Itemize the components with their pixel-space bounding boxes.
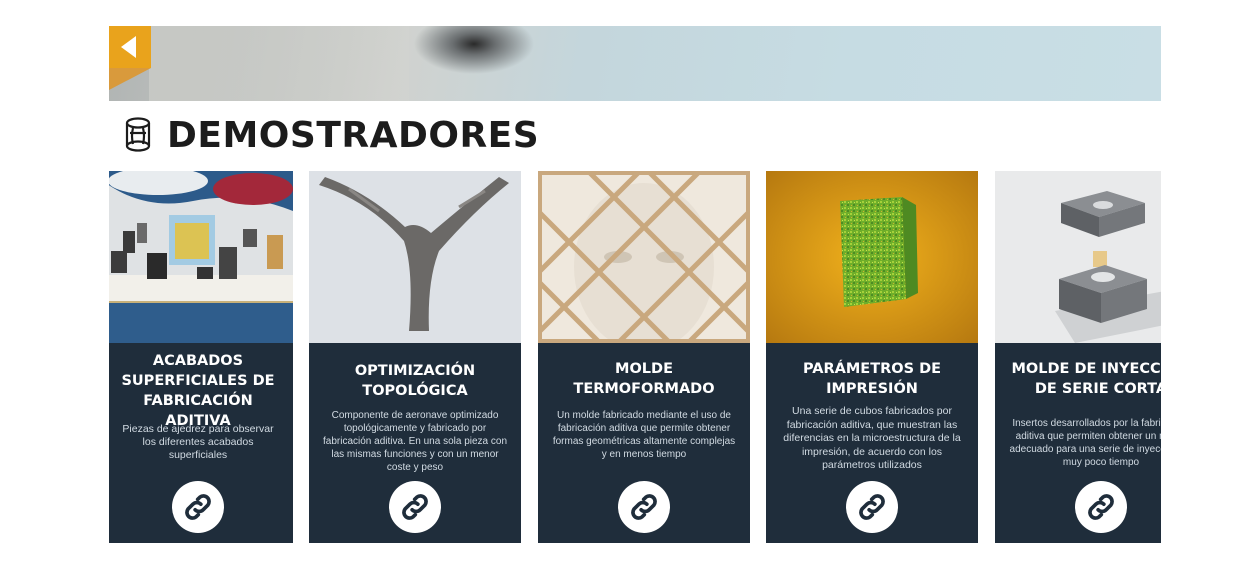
page-title: DEMOSTRADORES bbox=[167, 114, 540, 156]
card-title: PARÁMETROS DE IMPRESIÓN bbox=[802, 361, 942, 397]
card-description: Piezas de ajedrez para observar los dife… bbox=[122, 423, 274, 461]
card-optimizacion-topologica: OPTIMIZACIÓN TOPOLÓGICA Componente de ae… bbox=[309, 171, 521, 543]
card-image-chess-pieces bbox=[109, 171, 293, 343]
card-molde-termoformado: MOLDE TERMOFORMADO Un molde fabricado me… bbox=[538, 171, 750, 543]
card-molde-inyeccion: MOLDE DE INYECCIÓN DE SERIE CORTA Insert… bbox=[995, 171, 1161, 543]
demonstrator-part-icon bbox=[125, 117, 151, 152]
link-icon bbox=[859, 494, 885, 520]
card-title: OPTIMIZACIÓN TOPOLÓGICA bbox=[354, 363, 476, 399]
card-description: Componente de aeronave optimizado topoló… bbox=[323, 410, 508, 473]
header-banner bbox=[109, 26, 1161, 101]
card-image-thermoform-mold bbox=[538, 171, 750, 343]
link-icon bbox=[631, 494, 657, 520]
card-image-aircraft-part bbox=[309, 171, 521, 343]
card-title: MOLDE TERMOFORMADO bbox=[573, 361, 715, 397]
link-icon bbox=[402, 494, 428, 520]
card-parametros-impresion: PARÁMETROS DE IMPRESIÓN Una serie de cub… bbox=[766, 171, 978, 543]
card-link-button[interactable] bbox=[1075, 481, 1127, 533]
card-link-button[interactable] bbox=[618, 481, 670, 533]
card-title: ACABADOS SUPERFICIALES DE FABRICACIÓN AD… bbox=[121, 353, 275, 429]
card-description: Un molde fabricado mediante el uso de fa… bbox=[552, 410, 736, 460]
card-acabados-superficiales: ACABADOS SUPERFICIALES DE FABRICACIÓN AD… bbox=[109, 171, 293, 543]
card-description: Insertos desarrollados por la fabricació… bbox=[1009, 418, 1161, 468]
card-image-injection-mold bbox=[995, 171, 1161, 343]
link-icon bbox=[1088, 494, 1114, 520]
back-button-tail bbox=[109, 68, 151, 90]
back-arrow-icon bbox=[120, 36, 136, 58]
back-button[interactable] bbox=[109, 26, 151, 68]
link-icon bbox=[185, 494, 211, 520]
card-link-button[interactable] bbox=[846, 481, 898, 533]
demostradores-section: DEMOSTRADORES ACABADOS SUPERFICIALES DE … bbox=[109, 26, 1161, 550]
card-link-button[interactable] bbox=[172, 481, 224, 533]
card-title: MOLDE DE INYECCIÓN DE SERIE CORTA bbox=[1011, 361, 1161, 397]
card-description: Una serie de cubos fabricados por fabric… bbox=[783, 405, 961, 471]
section-header: DEMOSTRADORES bbox=[121, 112, 539, 158]
card-image-printed-cube bbox=[766, 171, 978, 343]
card-link-button[interactable] bbox=[389, 481, 441, 533]
